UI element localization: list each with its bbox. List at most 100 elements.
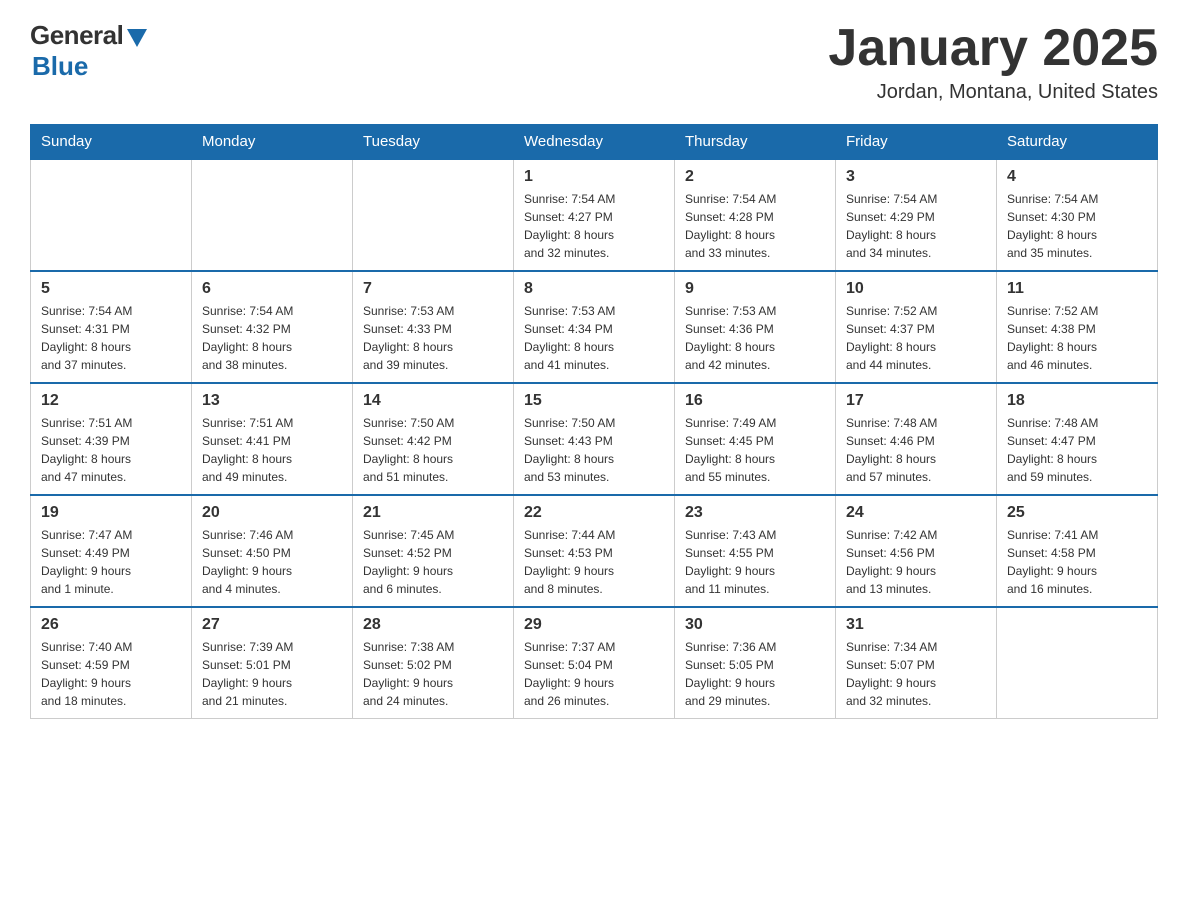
week-row-1: 1 Sunrise: 7:54 AMSunset: 4:27 PMDaylight… [31,159,1158,271]
day-info: Sunrise: 7:54 AMSunset: 4:29 PMDaylight:… [846,190,986,262]
day-header-monday: Monday [192,125,353,160]
calendar-cell: 5 Sunrise: 7:54 AMSunset: 4:31 PMDaylight… [31,271,192,383]
day-number: 9 [685,280,825,298]
day-info: Sunrise: 7:48 AMSunset: 4:46 PMDaylight:… [846,414,986,486]
day-number: 2 [685,168,825,186]
week-row-5: 26 Sunrise: 7:40 AMSunset: 4:59 PMDayligh… [31,607,1158,719]
calendar-cell: 17 Sunrise: 7:48 AMSunset: 4:46 PMDayligh… [836,383,997,495]
logo-general-text: General [30,20,123,51]
day-number: 23 [685,504,825,522]
calendar-cell: 22 Sunrise: 7:44 AMSunset: 4:53 PMDayligh… [514,495,675,607]
day-info: Sunrise: 7:53 AMSunset: 4:33 PMDaylight:… [363,302,503,374]
day-number: 30 [685,616,825,634]
day-info: Sunrise: 7:52 AMSunset: 4:38 PMDaylight:… [1007,302,1147,374]
week-row-2: 5 Sunrise: 7:54 AMSunset: 4:31 PMDaylight… [31,271,1158,383]
day-number: 27 [202,616,342,634]
day-info: Sunrise: 7:53 AMSunset: 4:36 PMDaylight:… [685,302,825,374]
day-info: Sunrise: 7:54 AMSunset: 4:27 PMDaylight:… [524,190,664,262]
day-info: Sunrise: 7:54 AMSunset: 4:32 PMDaylight:… [202,302,342,374]
calendar-cell: 27 Sunrise: 7:39 AMSunset: 5:01 PMDayligh… [192,607,353,719]
calendar-cell: 30Sunrise: 7:36 AMSunset: 5:05 PMDayligh… [675,607,836,719]
day-info: Sunrise: 7:38 AMSunset: 5:02 PMDaylight:… [363,638,503,710]
calendar-cell [31,159,192,271]
day-number: 13 [202,392,342,410]
day-header-saturday: Saturday [997,125,1158,160]
day-header-wednesday: Wednesday [514,125,675,160]
day-header-sunday: Sunday [31,125,192,160]
day-number: 11 [1007,280,1147,298]
day-number: 19 [41,504,181,522]
day-number: 14 [363,392,503,410]
day-info: Sunrise: 7:43 AMSunset: 4:55 PMDaylight:… [685,526,825,598]
calendar-subtitle: Jordan, Montana, United States [828,81,1158,104]
logo-triangle-icon [127,29,147,47]
calendar-cell: 25 Sunrise: 7:41 AMSunset: 4:58 PMDayligh… [997,495,1158,607]
calendar-cell: 18Sunrise: 7:48 AMSunset: 4:47 PMDayligh… [997,383,1158,495]
calendar-cell: 15 Sunrise: 7:50 AMSunset: 4:43 PMDayligh… [514,383,675,495]
day-info: Sunrise: 7:37 AMSunset: 5:04 PMDaylight:… [524,638,664,710]
day-number: 6 [202,280,342,298]
day-info: Sunrise: 7:47 AMSunset: 4:49 PMDaylight:… [41,526,181,598]
calendar-cell [192,159,353,271]
calendar-cell: 24Sunrise: 7:42 AMSunset: 4:56 PMDayligh… [836,495,997,607]
day-info: Sunrise: 7:40 AMSunset: 4:59 PMDaylight:… [41,638,181,710]
day-info: Sunrise: 7:54 AMSunset: 4:31 PMDaylight:… [41,302,181,374]
day-number: 15 [524,392,664,410]
calendar-cell: 12 Sunrise: 7:51 AMSunset: 4:39 PMDayligh… [31,383,192,495]
week-row-3: 12 Sunrise: 7:51 AMSunset: 4:39 PMDayligh… [31,383,1158,495]
calendar-cell [997,607,1158,719]
day-info: Sunrise: 7:51 AMSunset: 4:41 PMDaylight:… [202,414,342,486]
logo: General Blue [30,20,147,82]
day-number: 1 [524,168,664,186]
day-number: 17 [846,392,986,410]
day-number: 25 [1007,504,1147,522]
calendar-header-row: SundayMondayTuesdayWednesdayThursdayFrid… [31,125,1158,160]
day-number: 26 [41,616,181,634]
day-info: Sunrise: 7:46 AMSunset: 4:50 PMDaylight:… [202,526,342,598]
calendar-cell: 13 Sunrise: 7:51 AMSunset: 4:41 PMDayligh… [192,383,353,495]
calendar-cell [353,159,514,271]
header: General Blue January 2025 Jordan, Montan… [30,20,1158,104]
day-number: 4 [1007,168,1147,186]
day-info: Sunrise: 7:51 AMSunset: 4:39 PMDaylight:… [41,414,181,486]
day-number: 20 [202,504,342,522]
day-info: Sunrise: 7:52 AMSunset: 4:37 PMDaylight:… [846,302,986,374]
day-number: 10 [846,280,986,298]
day-info: Sunrise: 7:49 AMSunset: 4:45 PMDaylight:… [685,414,825,486]
day-number: 16 [685,392,825,410]
day-number: 31 [846,616,986,634]
calendar-cell: 9 Sunrise: 7:53 AMSunset: 4:36 PMDaylight… [675,271,836,383]
logo-blue-text: Blue [32,51,88,82]
calendar-cell: 4Sunrise: 7:54 AMSunset: 4:30 PMDaylight… [997,159,1158,271]
day-info: Sunrise: 7:42 AMSunset: 4:56 PMDaylight:… [846,526,986,598]
calendar-cell: 16 Sunrise: 7:49 AMSunset: 4:45 PMDayligh… [675,383,836,495]
day-number: 7 [363,280,503,298]
calendar-cell: 10 Sunrise: 7:52 AMSunset: 4:37 PMDayligh… [836,271,997,383]
day-header-thursday: Thursday [675,125,836,160]
day-info: Sunrise: 7:39 AMSunset: 5:01 PMDaylight:… [202,638,342,710]
day-number: 5 [41,280,181,298]
calendar-cell: 1 Sunrise: 7:54 AMSunset: 4:27 PMDaylight… [514,159,675,271]
day-header-tuesday: Tuesday [353,125,514,160]
day-number: 8 [524,280,664,298]
calendar-cell: 20 Sunrise: 7:46 AMSunset: 4:50 PMDayligh… [192,495,353,607]
day-info: Sunrise: 7:54 AMSunset: 4:28 PMDaylight:… [685,190,825,262]
day-info: Sunrise: 7:50 AMSunset: 4:43 PMDaylight:… [524,414,664,486]
calendar-cell: 21Sunrise: 7:45 AMSunset: 4:52 PMDayligh… [353,495,514,607]
calendar-cell: 3Sunrise: 7:54 AMSunset: 4:29 PMDaylight… [836,159,997,271]
calendar-table: SundayMondayTuesdayWednesdayThursdayFrid… [30,124,1158,719]
day-info: Sunrise: 7:44 AMSunset: 4:53 PMDaylight:… [524,526,664,598]
day-number: 22 [524,504,664,522]
day-info: Sunrise: 7:50 AMSunset: 4:42 PMDaylight:… [363,414,503,486]
calendar-cell: 11 Sunrise: 7:52 AMSunset: 4:38 PMDayligh… [997,271,1158,383]
calendar-title: January 2025 [828,20,1158,77]
day-number: 12 [41,392,181,410]
calendar-cell: 29 Sunrise: 7:37 AMSunset: 5:04 PMDayligh… [514,607,675,719]
calendar-cell: 31Sunrise: 7:34 AMSunset: 5:07 PMDayligh… [836,607,997,719]
calendar-cell: 6 Sunrise: 7:54 AMSunset: 4:32 PMDaylight… [192,271,353,383]
calendar-cell: 14 Sunrise: 7:50 AMSunset: 4:42 PMDayligh… [353,383,514,495]
day-info: Sunrise: 7:41 AMSunset: 4:58 PMDaylight:… [1007,526,1147,598]
day-info: Sunrise: 7:48 AMSunset: 4:47 PMDaylight:… [1007,414,1147,486]
day-number: 29 [524,616,664,634]
calendar-cell: 8Sunrise: 7:53 AMSunset: 4:34 PMDaylight… [514,271,675,383]
